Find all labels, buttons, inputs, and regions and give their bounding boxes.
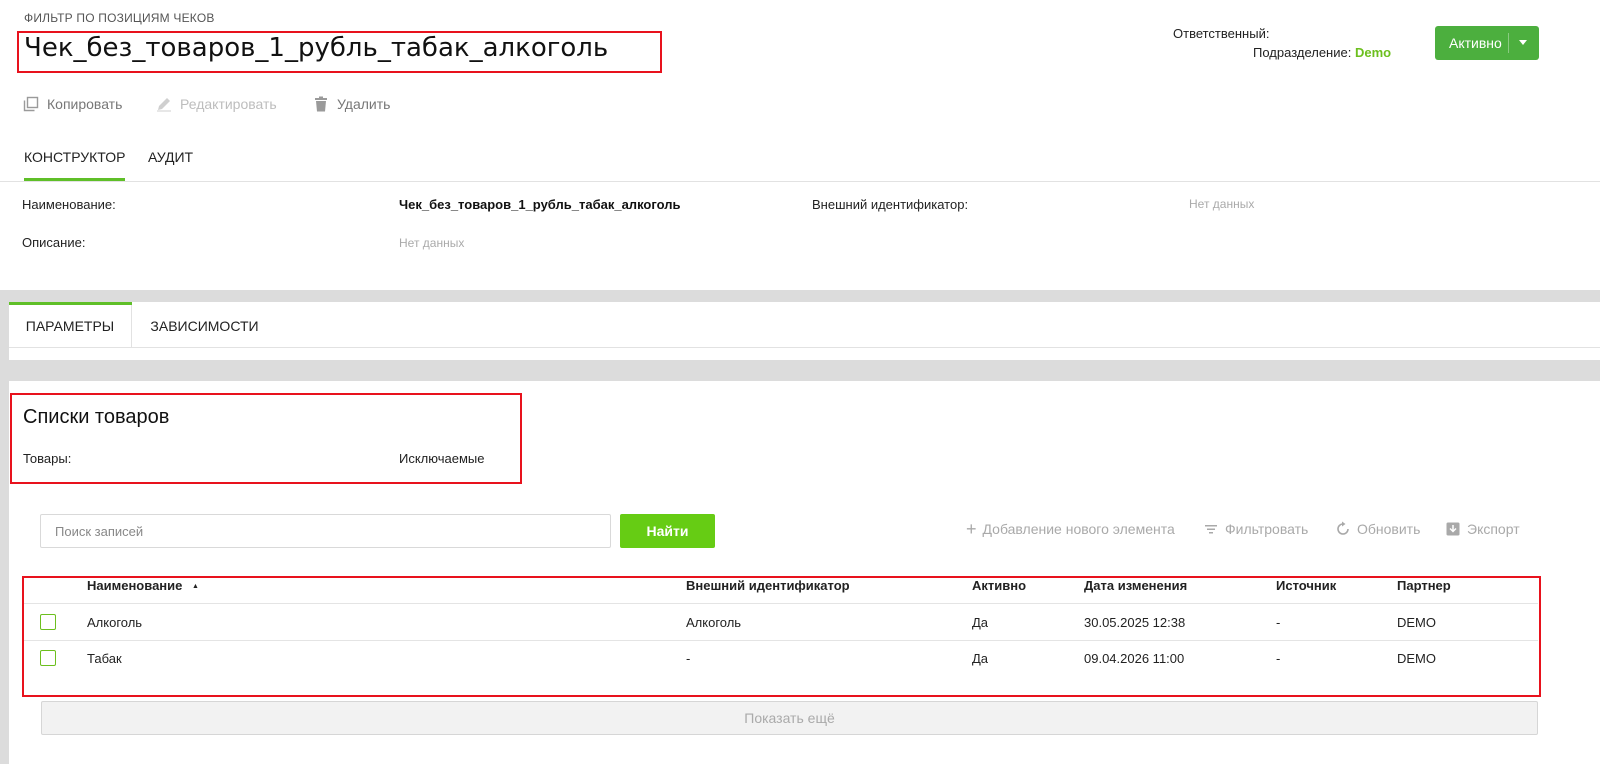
column-header-active[interactable]: Активно: [972, 578, 1026, 593]
row-divider: [24, 640, 1538, 641]
row-source: -: [1276, 615, 1281, 630]
subtabs-divider: [9, 347, 1600, 348]
division-label: Подразделение:: [1253, 45, 1352, 60]
page-category: ФИЛЬТР ПО ПОЗИЦИЯМ ЧЕКОВ: [24, 11, 215, 25]
status-label: Активно: [1449, 35, 1502, 51]
product-lists-title: Списки товаров: [23, 406, 170, 428]
row-external-id: Алкоголь: [686, 615, 742, 630]
subtab-dependencies[interactable]: ЗАВИСИМОСТИ: [132, 305, 277, 347]
name-value: Чек_без_товаров_1_рубль_табак_алкоголь: [399, 197, 681, 212]
edit-label: Редактировать: [180, 96, 277, 112]
export-button[interactable]: Экспорт: [1445, 521, 1520, 537]
refresh-icon: [1337, 521, 1349, 535]
copy-icon: [23, 96, 39, 112]
status-dropdown-button[interactable]: Активно: [1435, 26, 1539, 60]
caret-down-icon: [1519, 40, 1527, 45]
search-input[interactable]: [40, 514, 611, 548]
division-link[interactable]: Demo: [1355, 45, 1391, 60]
column-header-name-label: Наименование: [87, 578, 183, 593]
status-separator: [1508, 33, 1509, 53]
plus-icon: +: [966, 519, 977, 539]
row-name-link[interactable]: Табак: [87, 651, 122, 666]
description-value: Нет данных: [399, 236, 465, 250]
row-checkbox[interactable]: [40, 614, 56, 630]
tabs-divider: [0, 181, 1600, 182]
column-header-modified[interactable]: Дата изменения: [1084, 578, 1187, 593]
external-id-label: Внешний идентификатор:: [812, 197, 969, 212]
export-label: Экспорт: [1467, 521, 1520, 537]
row-active: Да: [972, 651, 989, 666]
row-source: -: [1276, 651, 1281, 666]
add-element-button[interactable]: + Добавление нового элемента: [966, 519, 1175, 539]
copy-label: Копировать: [47, 96, 123, 112]
row-modified: 30.05.2025 12:38: [1084, 615, 1186, 630]
description-label: Описание:: [22, 235, 86, 250]
copy-button[interactable]: Копировать: [23, 96, 122, 112]
filter-icon: [1205, 525, 1217, 534]
filter-button[interactable]: Фильтровать: [1203, 521, 1308, 537]
division: Подразделение: Demo: [1253, 45, 1391, 60]
column-header-partner[interactable]: Партнер: [1397, 578, 1451, 593]
show-more-button[interactable]: Показать ещё: [41, 701, 1538, 735]
tab-constructor[interactable]: КОНСТРУКТОР: [24, 149, 125, 165]
responsible: Ответственный:: [1173, 26, 1269, 41]
refresh-button[interactable]: Обновить: [1335, 521, 1420, 537]
column-header-external-id[interactable]: Внешний идентификатор: [686, 578, 850, 593]
subtab-parameters[interactable]: ПАРАМЕТРЫ: [9, 305, 131, 347]
refresh-label: Обновить: [1357, 521, 1421, 537]
row-modified: 09.04.2026 11:00: [1084, 651, 1185, 666]
add-element-label: Добавление нового элемента: [982, 521, 1175, 537]
column-header-name[interactable]: Наименование ▲: [87, 578, 199, 593]
goods-value: Исключаемые: [399, 451, 485, 466]
delete-button[interactable]: Удалить: [313, 96, 390, 112]
pencil-icon: [157, 98, 171, 112]
column-header-source[interactable]: Источник: [1276, 578, 1336, 593]
row-external-id: -: [686, 651, 691, 666]
row-checkbox[interactable]: [40, 650, 56, 666]
tab-audit[interactable]: АУДИТ: [148, 149, 193, 165]
export-icon: [1446, 522, 1460, 536]
find-button[interactable]: Найти: [620, 514, 715, 548]
header-divider: [24, 603, 1538, 604]
row-active: Да: [972, 615, 989, 630]
row-partner-link[interactable]: DEMO: [1397, 651, 1436, 666]
delete-label: Удалить: [337, 96, 391, 112]
trash-icon: [315, 96, 327, 112]
responsible-label: Ответственный:: [1173, 26, 1270, 41]
edit-button[interactable]: Редактировать: [156, 96, 277, 112]
name-label: Наименование:: [22, 197, 116, 212]
row-partner-link[interactable]: DEMO: [1397, 615, 1436, 630]
filter-label: Фильтровать: [1225, 521, 1309, 537]
row-name-link[interactable]: Алкоголь: [87, 615, 142, 630]
page-title: Чек_без_товаров_1_рубль_табак_алкоголь: [24, 33, 609, 63]
goods-label: Товары:: [23, 451, 72, 466]
sort-asc-icon: ▲: [192, 583, 199, 590]
external-id-value: Нет данных: [1189, 197, 1255, 211]
